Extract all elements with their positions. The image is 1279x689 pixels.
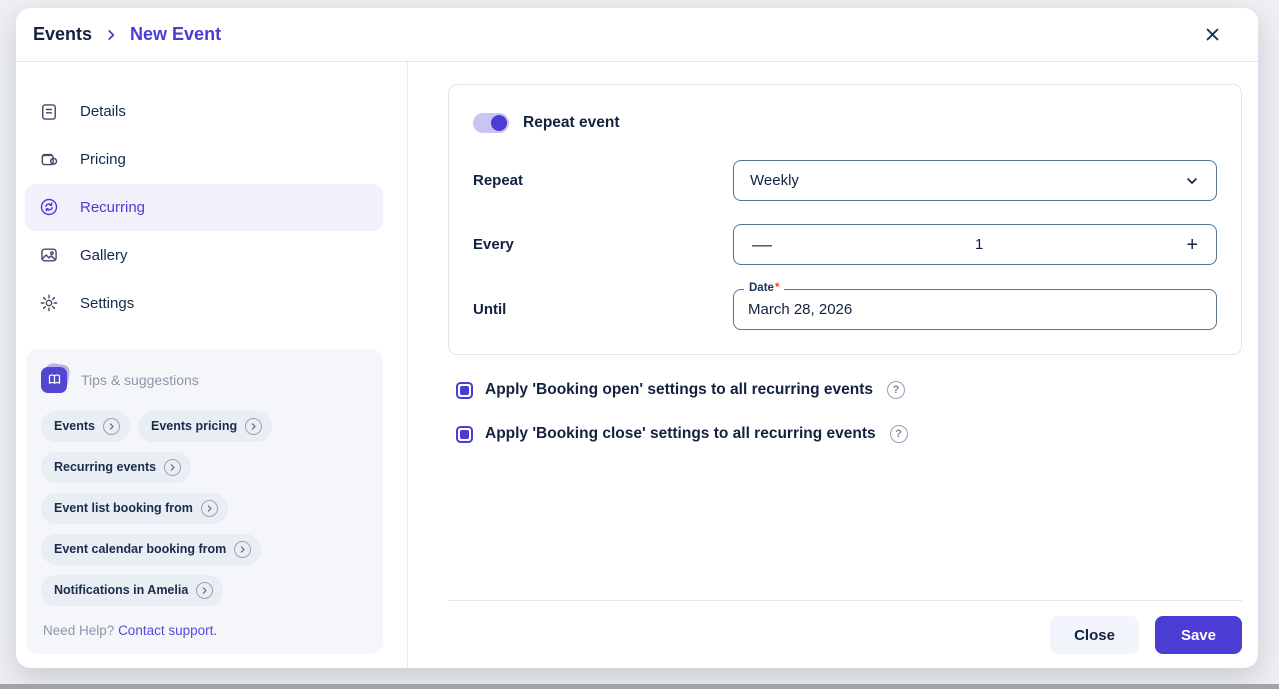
need-help-text: Need Help? Contact support. <box>43 622 218 638</box>
breadcrumb-new-event: New Event <box>130 24 222 44</box>
contact-support-link[interactable]: Contact support. <box>118 623 217 638</box>
booking-close-label: Apply 'Booking close' settings to all re… <box>485 425 876 442</box>
wallet-icon <box>39 150 59 170</box>
every-stepper: — 1 + <box>733 224 1217 265</box>
until-date-input[interactable]: March 28, 2026 <box>733 289 1217 330</box>
breadcrumb-events[interactable]: Events <box>33 24 92 45</box>
every-label: Every <box>473 236 514 253</box>
booking-close-checkbox[interactable] <box>456 425 473 443</box>
date-field-label: Date* <box>744 281 785 295</box>
sidebar-item-details[interactable]: Details <box>25 88 383 136</box>
sidebar-item-label: Settings <box>80 294 135 312</box>
booking-open-row: Apply 'Booking open' settings to all rec… <box>456 381 1242 399</box>
close-button[interactable]: Close <box>1050 616 1139 654</box>
tip-chip-recurring-events[interactable]: Recurring events <box>41 451 192 483</box>
required-asterisk: * <box>774 282 780 294</box>
tip-chip-events[interactable]: Events <box>41 410 130 442</box>
tip-chip-events-pricing[interactable]: Events pricing <box>138 410 273 442</box>
until-label: Until <box>473 301 507 318</box>
help-icon[interactable]: ? <box>887 381 906 399</box>
page-bottom-edge <box>0 684 1279 689</box>
tip-chip-event-list-booking[interactable]: Event list booking from <box>41 492 228 524</box>
booking-open-label: Apply 'Booking open' settings to all rec… <box>485 381 874 398</box>
chevron-right-circle-icon <box>196 581 214 599</box>
toggle-knob <box>491 115 507 131</box>
sidebar-item-recurring[interactable]: Recurring <box>25 183 383 232</box>
repeat-select[interactable]: Weekly <box>733 160 1217 201</box>
dialog-footer: Close Save <box>448 601 1242 654</box>
chevron-down-icon <box>1184 173 1200 189</box>
repeat-event-label: Repeat event <box>523 114 620 131</box>
sidebar-item-label: Recurring <box>80 198 146 216</box>
chevron-right-circle-icon <box>103 417 120 435</box>
document-icon <box>39 102 59 122</box>
chevron-right-icon <box>104 28 118 42</box>
repeat-event-toggle[interactable] <box>473 113 509 133</box>
repeat-settings-card: Repeat event Repeat Weekly Every — 1 + U… <box>448 84 1242 355</box>
sidebar-item-label: Gallery <box>80 246 128 264</box>
sidebar: Details Pricing Recurring Gallery Settin… <box>16 62 408 668</box>
chevron-right-circle-icon <box>200 499 218 517</box>
sidebar-item-label: Details <box>80 103 126 121</box>
gallery-icon <box>39 245 59 265</box>
tip-chip-event-calendar-booking[interactable]: Event calendar booking from <box>41 533 262 565</box>
chevron-right-circle-icon <box>164 458 182 476</box>
help-icon[interactable]: ? <box>889 425 908 443</box>
new-event-dialog: Events New Event Details Pricing Recurri… <box>16 8 1258 668</box>
book-icon <box>41 362 71 393</box>
chevron-right-circle-icon <box>234 540 252 558</box>
until-date-value: March 28, 2026 <box>748 301 853 318</box>
breadcrumb: Events New Event <box>33 24 221 45</box>
sidebar-item-gallery[interactable]: Gallery <box>25 231 383 279</box>
recurring-icon <box>39 197 59 217</box>
booking-open-checkbox[interactable] <box>456 381 473 399</box>
sidebar-item-settings[interactable]: Settings <box>25 279 383 327</box>
repeat-label: Repeat <box>473 172 524 189</box>
close-icon <box>1204 26 1221 43</box>
tip-chip-notifications[interactable]: Notifications in Amelia <box>41 574 224 606</box>
sidebar-item-label: Pricing <box>80 151 126 169</box>
decrement-button[interactable]: — <box>752 235 772 255</box>
tips-title: Tips & suggestions <box>81 371 199 388</box>
tips-panel: Tips & suggestions Events Events pricing… <box>26 348 383 654</box>
increment-button[interactable]: + <box>1186 235 1198 255</box>
recurring-settings-panel: Repeat event Repeat Weekly Every — 1 + U… <box>408 62 1258 668</box>
save-button[interactable]: Save <box>1154 616 1242 654</box>
every-value[interactable]: 1 <box>772 236 1186 253</box>
gear-icon <box>39 293 59 313</box>
chevron-right-circle-icon <box>245 417 263 435</box>
booking-close-row: Apply 'Booking close' settings to all re… <box>456 425 1242 443</box>
close-dialog-button[interactable] <box>1198 21 1226 49</box>
dialog-header: Events New Event <box>16 8 1258 62</box>
repeat-select-value: Weekly <box>750 172 799 189</box>
sidebar-item-pricing[interactable]: Pricing <box>25 136 383 184</box>
tips-chips: Events Events pricing Recurring events E… <box>41 410 369 606</box>
